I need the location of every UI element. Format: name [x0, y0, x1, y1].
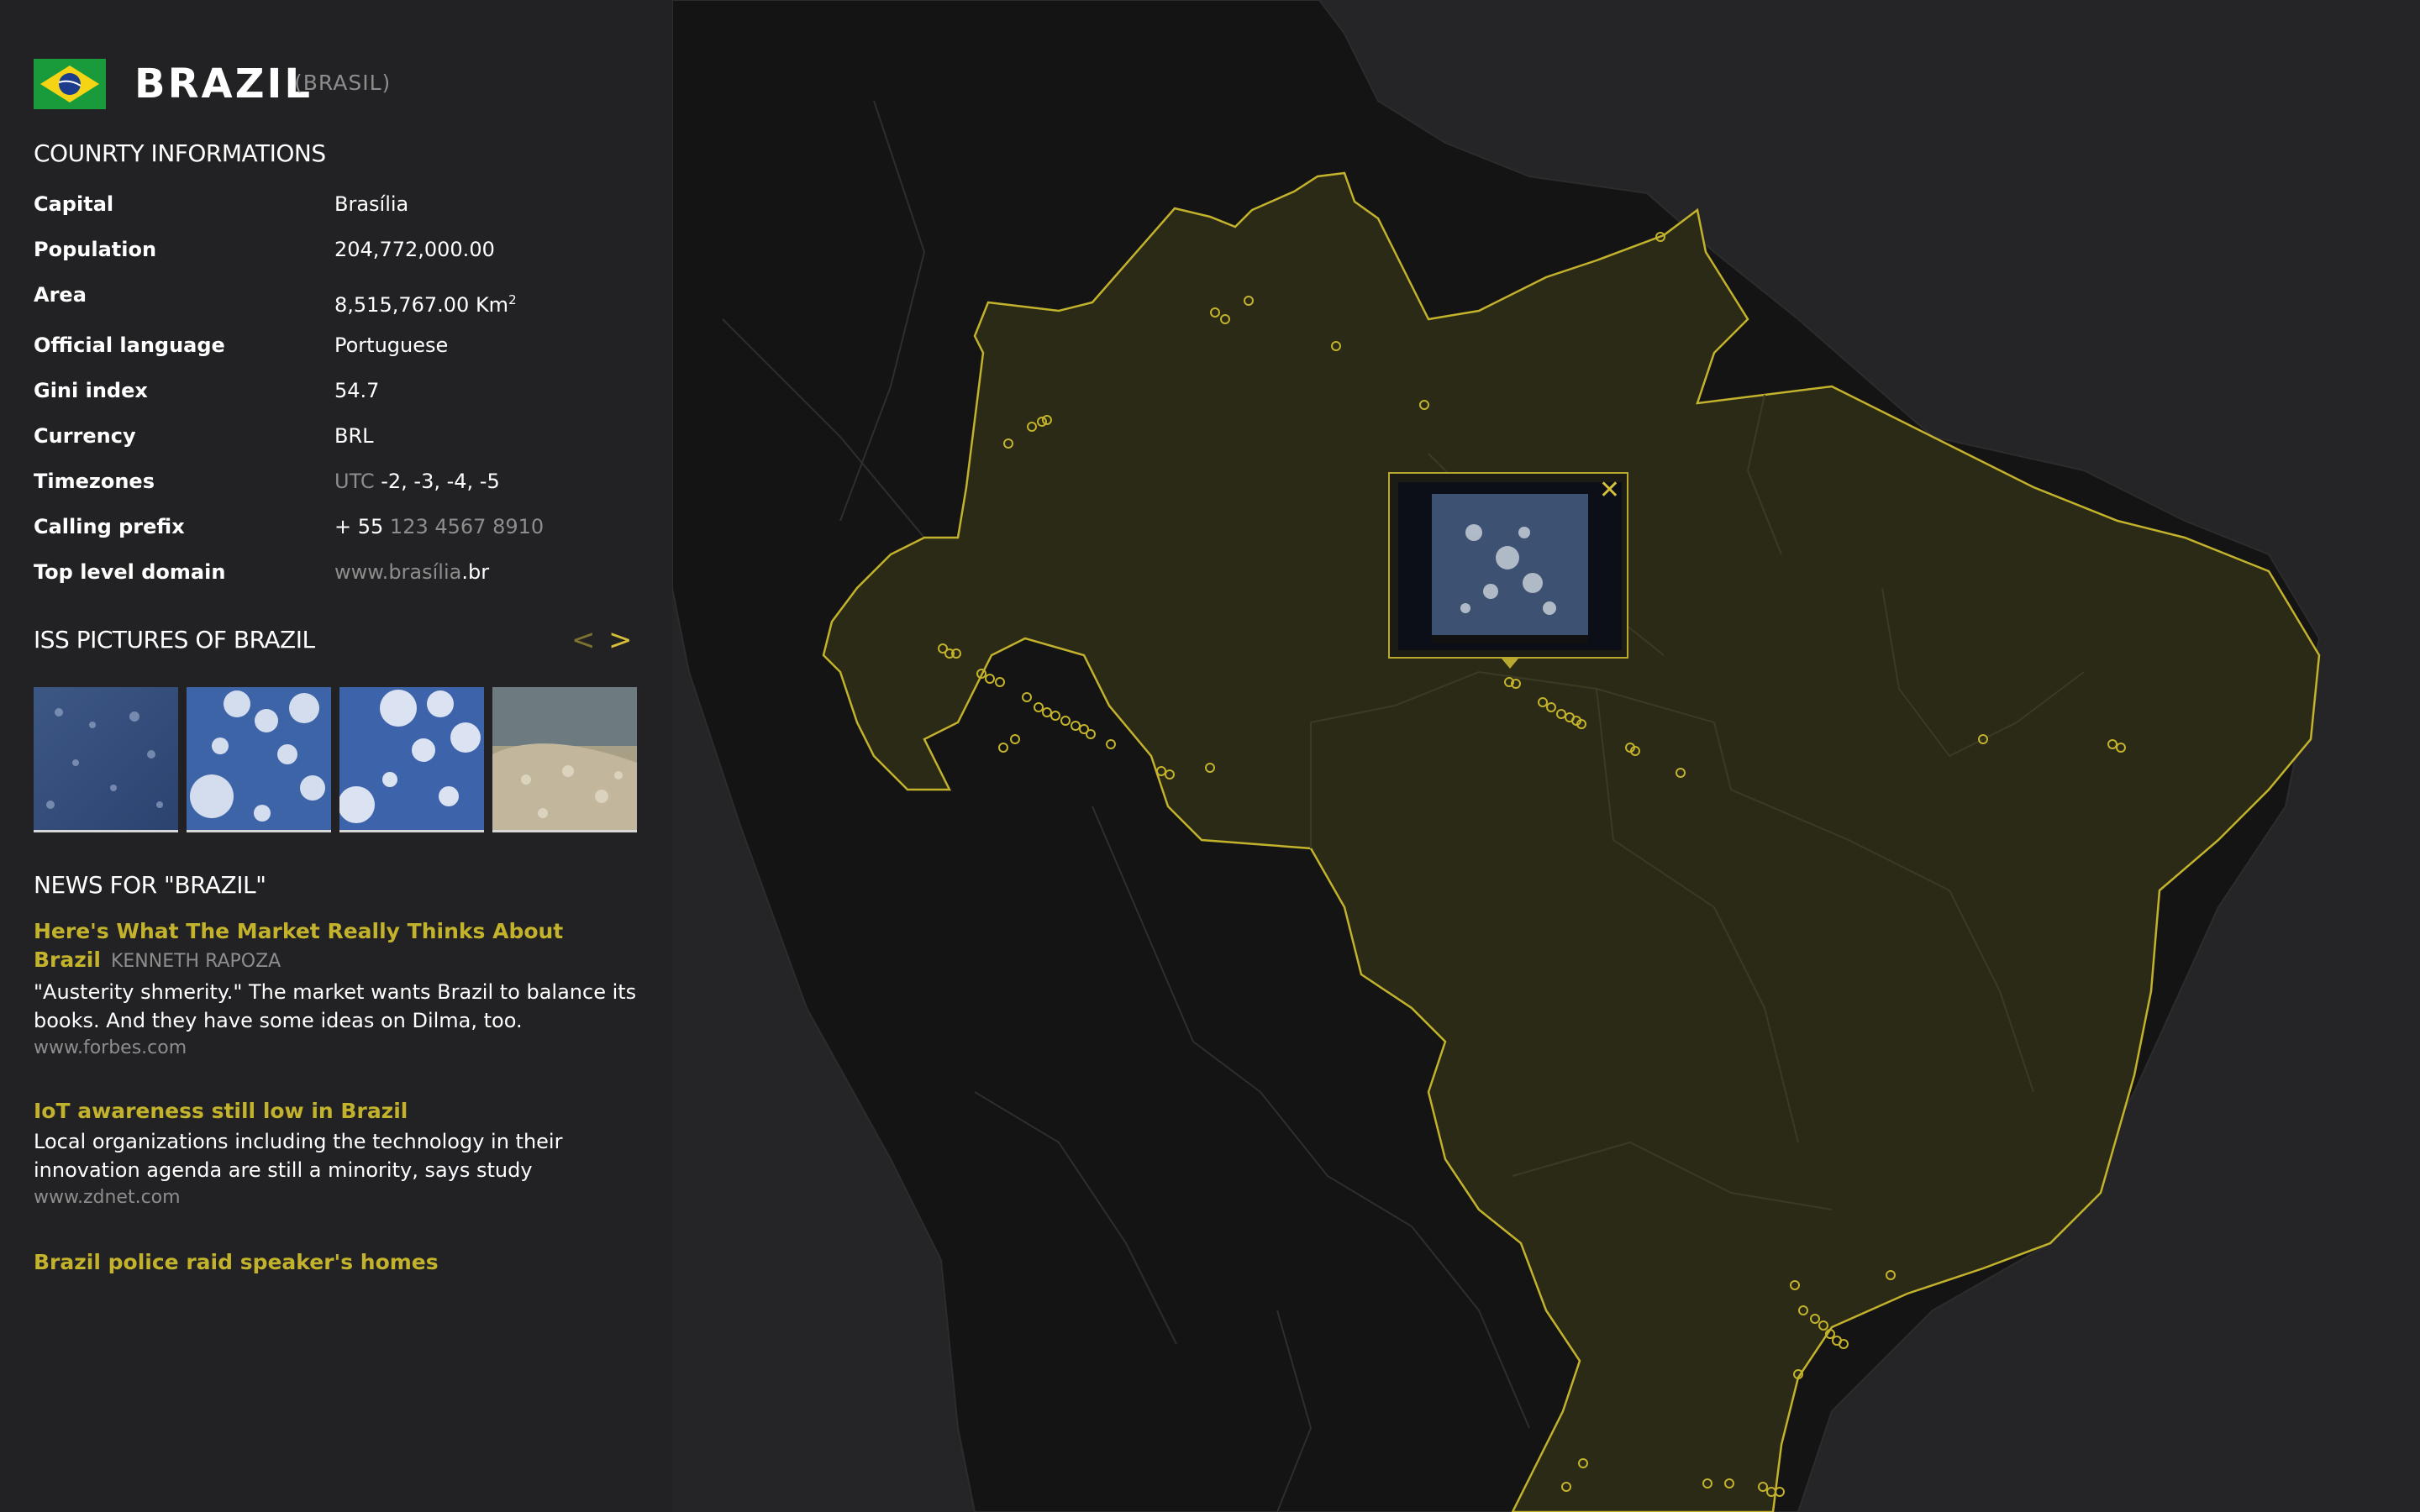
- iss-thumbnail[interactable]: [339, 687, 484, 832]
- news-item: IoT awareness still low in Brazil Local …: [34, 1097, 639, 1211]
- news-author: KENNETH RAPOZA: [110, 951, 281, 972]
- area-exponent: 2: [508, 292, 517, 307]
- country-sidebar: BRAZIL (BRASIL) COUNRTY INFORMATIONS Cap…: [0, 0, 672, 1512]
- info-row-timezones: Timezones UTC -2, -3, -4, -5: [34, 467, 639, 501]
- info-row-calling: Calling prefix + 55 123 4567 8910: [34, 512, 639, 546]
- iss-thumbnail[interactable]: [187, 687, 331, 832]
- info-row-capital: Capital Brasília: [34, 190, 639, 223]
- info-label: Top level domain: [34, 560, 226, 584]
- iss-photo-popup: ✕: [1388, 472, 1628, 659]
- info-row-language: Official language Portuguese: [34, 331, 639, 365]
- info-section-title: COUNRTY INFORMATIONS: [34, 139, 326, 167]
- info-value: 54.7: [334, 379, 380, 402]
- country-native-name: (BRASIL): [294, 71, 392, 95]
- info-row-gini: Gini index 54.7: [34, 376, 639, 410]
- world-map[interactable]: ✕: [672, 0, 2420, 1512]
- brazil-flag-icon: [34, 59, 106, 109]
- next-arrow-icon[interactable]: >: [608, 623, 633, 657]
- tld-example: www.brasília: [334, 560, 462, 584]
- info-label: Currency: [34, 424, 136, 448]
- previous-arrow-icon[interactable]: <: [571, 623, 596, 657]
- news-title-line: Brazil: [34, 948, 101, 972]
- info-row-currency: Currency BRL: [34, 422, 639, 455]
- popup-pointer: [1502, 659, 1518, 669]
- iss-thumbnail[interactable]: [492, 687, 637, 832]
- info-label: Timezones: [34, 470, 155, 493]
- close-icon[interactable]: ✕: [1599, 475, 1620, 506]
- news-description: "Austerity shmerity." The market wants B…: [34, 980, 637, 1032]
- news-description: Local organizations including the techno…: [34, 1130, 563, 1182]
- tld-suffix: .br: [461, 560, 490, 584]
- info-value: www.brasília.br: [334, 558, 489, 586]
- info-value: BRL: [334, 424, 374, 448]
- info-row-tld: Top level domain www.brasília.br: [34, 558, 639, 591]
- info-value: 8,515,767.00 Km2: [334, 286, 517, 319]
- info-value: Portuguese: [334, 333, 449, 357]
- news-title-line: Here's What The Market Really Thinks Abo…: [34, 919, 564, 943]
- news-title-link[interactable]: Brazil police raid speaker's homes: [34, 1248, 639, 1277]
- news-source-link[interactable]: www.forbes.com: [34, 1035, 639, 1062]
- info-value: + 55 123 4567 8910: [334, 512, 544, 541]
- info-label: Area: [34, 283, 87, 307]
- area-number: 8,515,767.00 Km: [334, 293, 509, 317]
- timezone-list: -2, -3, -4, -5: [381, 470, 500, 493]
- news-title-link[interactable]: IoT awareness still low in Brazil: [34, 1097, 639, 1126]
- info-value: 204,772,000.00: [334, 238, 495, 261]
- map-canvas[interactable]: [672, 0, 2420, 1512]
- info-row-area: Area 8,515,767.00 Km2: [34, 281, 639, 317]
- news-item: Here's What The Market Really Thinks Abo…: [34, 917, 639, 1062]
- news-item: Brazil police raid speaker's homes: [34, 1248, 639, 1277]
- utc-prefix: UTC: [334, 470, 375, 493]
- info-value: UTC -2, -3, -4, -5: [334, 467, 500, 496]
- info-label: Population: [34, 238, 157, 261]
- news-source-link[interactable]: www.zdnet.com: [34, 1184, 639, 1211]
- info-label: Gini index: [34, 379, 148, 402]
- news-section-title: NEWS FOR "BRAZIL": [34, 871, 266, 899]
- info-row-population: Population 204,772,000.00: [34, 235, 639, 269]
- info-label: Official language: [34, 333, 225, 357]
- info-value: Brasília: [334, 192, 409, 216]
- iss-section-title: ISS PICTURES OF BRAZIL: [34, 626, 315, 654]
- info-label: Capital: [34, 192, 114, 216]
- country-title: BRAZIL: [134, 60, 313, 108]
- iss-popup-image[interactable]: [1398, 482, 1622, 650]
- iss-thumbnail[interactable]: [34, 687, 178, 832]
- calling-example: 123 4567 8910: [389, 515, 544, 538]
- calling-prefix: + 55: [334, 515, 384, 538]
- info-label: Calling prefix: [34, 515, 185, 538]
- news-title-link[interactable]: Here's What The Market Really Thinks Abo…: [34, 917, 639, 976]
